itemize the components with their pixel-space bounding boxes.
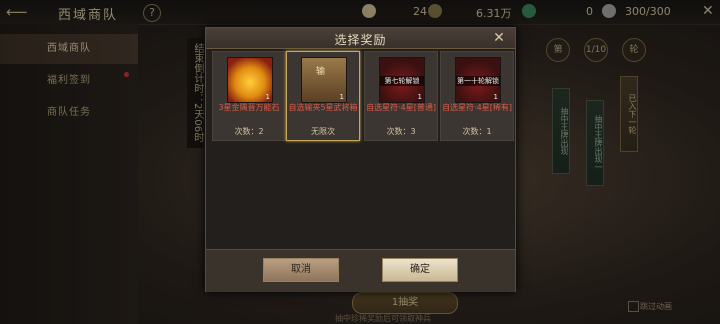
- dialog-close-icon[interactable]: ✕: [490, 29, 508, 47]
- dialog-footer: 取消 确定: [206, 249, 515, 292]
- reward-count: 次数：2: [234, 127, 264, 136]
- reward-card[interactable]: 输 1 自选输夹5星武将箱 无限次: [286, 51, 360, 141]
- reward-card[interactable]: 第一十轮解锁 1 自选星符·4星[稀有] 次数：1: [440, 51, 514, 141]
- select-reward-dialog: 选择奖励 ✕ 1 3星金隅晋万能石 次数：2 输 1 自选输夹5星武将箱 无限次…: [205, 27, 516, 292]
- confirm-button[interactable]: 确定: [382, 258, 458, 282]
- reward-card[interactable]: 1 3星金隅晋万能石 次数：2: [212, 51, 286, 141]
- dialog-header: 选择奖励 ✕: [206, 28, 515, 49]
- dialog-title: 选择奖励: [334, 33, 387, 47]
- reward-name: 自选星符·4星[普通]: [366, 103, 436, 112]
- reward-count: 无限次: [311, 127, 335, 136]
- reward-count: 次数：1: [462, 127, 492, 136]
- reward-name: 3星金隅晋万能石: [218, 103, 280, 112]
- star-charm-bag-icon: 第一十轮解锁 1: [455, 57, 501, 103]
- reward-card[interactable]: 第七轮解锁 1 自选星符·4星[普通] 次数：3: [364, 51, 438, 141]
- star-charm-bag-icon: 第七轮解锁 1: [379, 57, 425, 103]
- reward-count: 次数：3: [386, 127, 416, 136]
- reward-name: 自选星符·4星[稀有]: [442, 103, 512, 112]
- reward-name: 自选输夹5星武将箱: [288, 103, 358, 112]
- reward-grid: 1 3星金隅晋万能石 次数：2 输 1 自选输夹5星武将箱 无限次 第七轮解锁 …: [206, 49, 515, 249]
- treasure-chest-icon: 输 1: [301, 57, 347, 103]
- cancel-button[interactable]: 取消: [263, 258, 339, 282]
- gold-stone-icon: 1: [227, 57, 273, 103]
